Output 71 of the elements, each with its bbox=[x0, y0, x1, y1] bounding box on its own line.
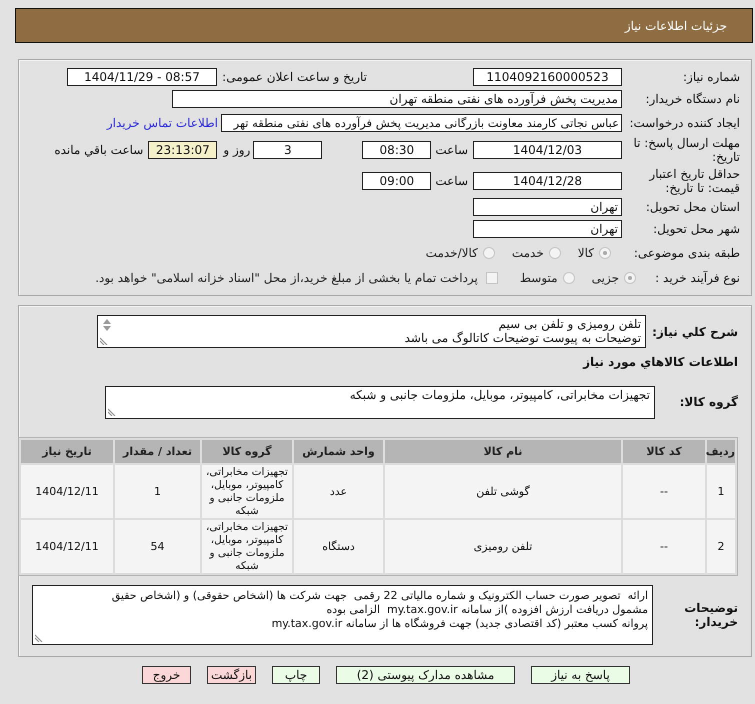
table-cell: 1404/12/11 bbox=[21, 465, 113, 518]
days-label: روز و bbox=[223, 143, 250, 157]
table-header: کد کالا bbox=[623, 440, 705, 463]
remaining-label: ساعت باقي مانده bbox=[54, 143, 144, 157]
field-label: ایجاد کننده درخواست: bbox=[628, 116, 740, 130]
field-label: طبقه بندی موضوعی: bbox=[632, 246, 740, 260]
remaining-time-field[interactable]: 23:13:07 bbox=[148, 141, 218, 159]
action-button[interactable]: مشاهده مدارک پیوستی (2) bbox=[336, 666, 515, 684]
validity-time-field[interactable]: 09:00 bbox=[362, 172, 432, 190]
table-header: واحد شمارش bbox=[294, 440, 383, 463]
table-cell: 1 bbox=[707, 465, 735, 518]
description-field[interactable]: تلفن رومیزی و تلفن بی سیم توضیحات به پیوست توضیحات کاتالوگ می باشد bbox=[97, 315, 646, 348]
days-field[interactable]: 3 bbox=[253, 141, 322, 159]
buyer-contact-link[interactable]: اطلاعات تماس خریدار bbox=[106, 116, 218, 130]
table-cell: گوشی تلفن bbox=[385, 465, 621, 518]
field-label: مهلت ارسال پاسخ: تا تاریخ: bbox=[632, 136, 740, 164]
table-cell: تجهیزات مخابراتی، کامپیوتر، موبایل، ملزومات جانبی و شبکه bbox=[202, 465, 292, 518]
announce-date-field[interactable]: 1404/11/29 - 08:57 bbox=[67, 68, 217, 86]
field-label: حداقل تاریخ اعتبار قیمت: تا تاریخ: bbox=[648, 167, 740, 195]
table-cell: 54 bbox=[115, 520, 200, 573]
table-cell: -- bbox=[623, 465, 705, 518]
table-header: گروه کالا bbox=[202, 440, 292, 463]
option-label: کالا/خدمت bbox=[426, 246, 478, 260]
validity-date-field[interactable]: 1404/12/28 bbox=[473, 172, 622, 190]
field-label: نوع فرآیند خرید : bbox=[654, 271, 740, 285]
table-cell: دستگاه bbox=[294, 520, 383, 573]
field-label: شرح كلي نياز: bbox=[652, 324, 738, 338]
buyer-notes-field[interactable]: ارائه تصویر صورت حساب الکترونیک و شماره مالیاتی 22 رقمی جهت شرکت ها (اشخاص حقوقی) و (اشخاص حقیق مشمول دریافت ارزش افزوده )از سامانه my.tax.gov.ir الزامی بوده پروانه کسب معتبر (کد اقتصادی جدید) جهت فروشگاه ها از سامانه my.tax.gov.ir bbox=[32, 585, 653, 645]
table-cell: 2 bbox=[707, 520, 735, 573]
table-cell: عدد bbox=[294, 465, 383, 518]
deadline-date-field[interactable]: 1404/12/03 bbox=[473, 141, 622, 159]
table-header: ردیف bbox=[707, 440, 735, 463]
option-label: کالا bbox=[578, 246, 594, 260]
section-title: اطلاعات كالاهاي مورد نياز bbox=[582, 355, 738, 370]
requester-field[interactable]: عباس نجاتی کارمند معاونت بازرگانی مدیریت پخش فرآورده های نفتی منطقه تهر bbox=[221, 114, 622, 132]
resize-grip-icon[interactable] bbox=[35, 634, 43, 642]
page-title: جزئیات اطلاعات نیاز bbox=[624, 18, 727, 32]
action-button[interactable]: بازگشت bbox=[207, 666, 256, 684]
table-cell: 1404/12/11 bbox=[21, 520, 113, 573]
field-label: گروه کالا: bbox=[678, 394, 738, 409]
action-button[interactable]: چاپ bbox=[272, 666, 320, 684]
city-field[interactable]: تهران bbox=[473, 220, 622, 238]
option-label: جزیی bbox=[592, 271, 619, 285]
field-label: استان محل تحویل: bbox=[644, 200, 740, 214]
option-label: خدمت bbox=[512, 246, 544, 260]
product-group-field[interactable]: تجهیزات مخابراتی، کامپیوتر، موبایل، ملزومات جانبی و شبکه bbox=[105, 386, 655, 419]
field-label: تاریخ و ساعت اعلان عمومی: bbox=[222, 70, 367, 84]
table-header: تعداد / مقدار bbox=[115, 440, 200, 463]
need-number-field[interactable]: 1104092160000523 bbox=[473, 68, 622, 86]
field-label: شماره نیاز: bbox=[682, 70, 740, 84]
field-label: نام دستگاه خریدار: bbox=[644, 92, 740, 106]
action-button[interactable]: پاسخ به نیاز bbox=[531, 666, 630, 684]
table-cell: -- bbox=[623, 520, 705, 573]
field-label: شهر محل تحویل: bbox=[652, 222, 740, 236]
province-field[interactable]: تهران bbox=[473, 198, 622, 216]
action-button[interactable]: خروج bbox=[142, 666, 191, 684]
time-label: ساعت bbox=[435, 174, 468, 188]
table-cell: تلفن رومیزی bbox=[385, 520, 621, 573]
time-label: ساعت bbox=[435, 143, 468, 157]
deadline-time-field[interactable]: 08:30 bbox=[362, 141, 432, 159]
buyer-name-field[interactable]: مدیریت پخش فرآورده های نفتی منطقه تهران bbox=[172, 90, 622, 108]
resize-grip-icon[interactable] bbox=[108, 408, 116, 416]
table-header: تاریخ نیاز bbox=[21, 440, 113, 463]
option-label: متوسط bbox=[520, 271, 558, 285]
resize-grip-icon[interactable] bbox=[100, 337, 108, 345]
field-label: توضیحات خریدار: bbox=[683, 601, 738, 629]
checkbox-label: پرداخت تمام یا بخشی از مبلغ خرید،از محل "اسناد خزانه اسلامی" خواهد بود. bbox=[95, 271, 478, 285]
table-cell: 1 bbox=[115, 465, 200, 518]
table-header: نام کالا bbox=[385, 440, 621, 463]
table-cell: تجهیزات مخابراتی، کامپیوتر، موبایل، ملزومات جانبی و شبکه bbox=[202, 520, 292, 573]
scroll-arrows-icon[interactable] bbox=[101, 318, 114, 332]
